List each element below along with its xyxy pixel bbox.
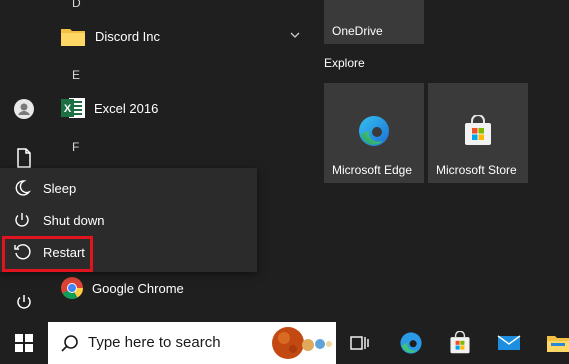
app-item-excel[interactable]: X Excel 2016	[60, 92, 158, 124]
user-account-icon[interactable]	[10, 95, 38, 123]
app-item-google-chrome[interactable]: Google Chrome	[60, 272, 184, 304]
sleep-option[interactable]: Sleep	[0, 172, 257, 204]
tile-microsoft-edge[interactable]: Microsoft Edge	[324, 83, 424, 183]
store-taskbar-icon[interactable]	[446, 329, 474, 357]
tile-label: Microsoft Store	[436, 163, 517, 177]
section-title-explore: Explore	[324, 56, 365, 70]
letter-header-d[interactable]: D	[72, 0, 81, 10]
store-icon	[465, 115, 491, 145]
app-label: Google Chrome	[92, 280, 184, 296]
shutdown-option[interactable]: Shut down	[0, 204, 257, 236]
letter-header-e[interactable]: E	[72, 68, 80, 82]
search-placeholder: Type here to search	[88, 334, 221, 351]
restart-highlight-box	[2, 236, 93, 272]
tile-label: OneDrive	[332, 24, 383, 38]
folder-icon	[61, 29, 85, 46]
app-label: Excel 2016	[94, 100, 159, 116]
taskbar: Type here to search	[0, 322, 569, 364]
chrome-icon	[61, 277, 83, 299]
tile-area: OneDrive Explore Microsoft Edge Microsof…	[316, 0, 569, 322]
search-icon	[61, 335, 78, 352]
moon-icon	[12, 178, 32, 198]
app-item-discord[interactable]: Discord Inc	[60, 20, 160, 52]
app-list: D Discord Inc E X Excel 2016 F Google Ch…	[48, 0, 308, 322]
svg-text:X: X	[64, 103, 72, 115]
search-box[interactable]: Type here to search	[48, 322, 336, 364]
task-view-icon[interactable]	[346, 329, 374, 357]
power-icon	[12, 210, 32, 230]
windows-start-icon[interactable]	[10, 329, 38, 357]
tile-onedrive[interactable]: OneDrive	[324, 0, 424, 44]
planets-illustration-icon	[272, 327, 332, 359]
shutdown-label: Shut down	[43, 212, 105, 228]
excel-icon: X	[61, 98, 85, 118]
tile-microsoft-store[interactable]: Microsoft Store	[428, 83, 528, 183]
app-label: Discord Inc	[95, 28, 161, 44]
power-icon[interactable]	[10, 288, 38, 316]
start-left-rail	[0, 0, 48, 322]
sleep-label: Sleep	[43, 180, 77, 196]
letter-header-f[interactable]: F	[72, 140, 79, 154]
chevron-down-icon[interactable]	[288, 28, 302, 42]
edge-taskbar-icon[interactable]	[397, 329, 425, 357]
mail-icon[interactable]	[495, 329, 523, 357]
tile-label: Microsoft Edge	[332, 163, 413, 177]
file-explorer-icon[interactable]	[544, 329, 569, 357]
edge-icon	[359, 116, 389, 146]
